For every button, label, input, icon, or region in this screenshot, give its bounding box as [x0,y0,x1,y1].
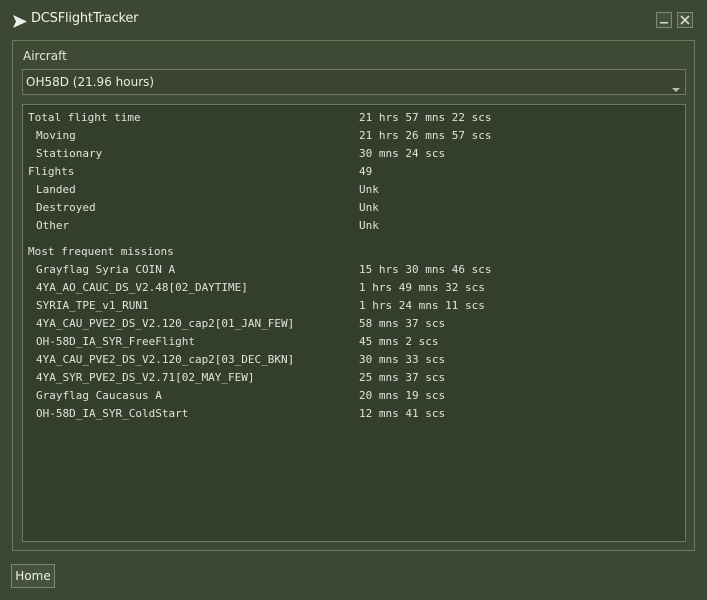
stat-value: Unk [359,183,379,196]
mission-name: Grayflag Caucasus A [36,389,162,402]
paper-plane-icon [13,13,27,28]
aircraft-select[interactable]: OH58D (21.96 hours) [22,69,686,95]
missions-header: Most frequent missions [28,245,174,258]
home-button[interactable]: Home [11,564,55,588]
stat-value: 21 hrs 26 mns 57 scs [359,129,492,142]
stat-value: 30 mns 24 scs [359,147,446,160]
main-panel: Aircraft OH58D (21.96 hours) Total fligh… [12,40,695,551]
aircraft-label: Aircraft [23,49,67,63]
mission-time: 1 hrs 49 mns 32 scs [359,281,485,294]
minimize-icon [660,22,668,24]
stat-label: Moving [36,129,76,142]
stat-row-total-flight-time: Total flight time 21 hrs 57 mns 22 scs [23,109,683,127]
minimize-button[interactable] [656,12,672,28]
stat-row-stationary: Stationary 30 mns 24 scs [23,145,683,163]
stat-row-landed: Landed Unk [23,181,683,199]
mission-time: 15 hrs 30 mns 46 scs [359,263,492,276]
stat-label: Other [36,219,70,232]
stat-value: 21 hrs 57 mns 22 scs [359,111,492,124]
stat-label: Flights [28,165,75,178]
mission-time: 58 mns 37 scs [359,317,446,330]
mission-time: 20 mns 19 scs [359,389,446,402]
stat-label: Stationary [36,147,103,160]
mission-row: 4YA_CAU_PVE2_DS_V2.120_cap2[01_JAN_FEW] … [23,315,683,333]
stat-row-moving: Moving 21 hrs 26 mns 57 scs [23,127,683,145]
stat-label: Total flight time [28,111,141,124]
mission-name: Grayflag Syria COIN A [36,263,176,276]
mission-row: Grayflag Caucasus A 20 mns 19 scs [23,387,683,405]
mission-row: OH-58D_IA_SYR_FreeFlight 45 mns 2 scs [23,333,683,351]
mission-name: 4YA_CAU_PVE2_DS_V2.120_cap2[01_JAN_FEW] [36,317,295,330]
stat-row-flights: Flights 49 [23,163,683,181]
mission-name: 4YA_CAU_PVE2_DS_V2.120_cap2[03_DEC_BKN] [36,353,295,366]
close-icon [680,15,690,25]
mission-name: 4YA_AO_CAUC_DS_V2.48[02_DAYTIME] [36,281,248,294]
window-title: DCSFlightTracker [31,11,139,26]
mission-time: 1 hrs 24 mns 11 scs [359,299,485,312]
stat-row-destroyed: Destroyed Unk [23,199,683,217]
stats-list: Total flight time 21 hrs 57 mns 22 scs M… [22,104,686,542]
missions-header-row: Most frequent missions [23,243,683,261]
title-bar: DCSFlightTracker [0,0,707,38]
mission-row: 4YA_AO_CAUC_DS_V2.48[02_DAYTIME] 1 hrs 4… [23,279,683,297]
mission-name: OH-58D_IA_SYR_ColdStart [36,407,189,420]
mission-name: 4YA_SYR_PVE2_DS_V2.71[02_MAY_FEW] [36,371,255,384]
mission-time: 30 mns 33 scs [359,353,446,366]
stat-value: 49 [359,165,373,178]
chevron-down-icon [671,79,681,92]
mission-row: Grayflag Syria COIN A 15 hrs 30 mns 46 s… [23,261,683,279]
mission-time: 45 mns 2 scs [359,335,439,348]
mission-row: SYRIA_TPE_v1_RUN1 1 hrs 24 mns 11 scs [23,297,683,315]
mission-row: OH-58D_IA_SYR_ColdStart 12 mns 41 scs [23,405,683,423]
stat-label: Landed [36,183,76,196]
aircraft-select-value: OH58D (21.96 hours) [26,75,155,89]
mission-row: 4YA_CAU_PVE2_DS_V2.120_cap2[03_DEC_BKN] … [23,351,683,369]
mission-row: 4YA_SYR_PVE2_DS_V2.71[02_MAY_FEW] 25 mns… [23,369,683,387]
mission-time: 12 mns 41 scs [359,407,446,420]
stat-row-other: Other Unk [23,217,683,235]
close-button[interactable] [677,12,693,28]
mission-time: 25 mns 37 scs [359,371,446,384]
mission-name: OH-58D_IA_SYR_FreeFlight [36,335,195,348]
stat-value: Unk [359,219,379,232]
stat-value: Unk [359,201,379,214]
stat-label: Destroyed [36,201,96,214]
mission-name: SYRIA_TPE_v1_RUN1 [36,299,149,312]
